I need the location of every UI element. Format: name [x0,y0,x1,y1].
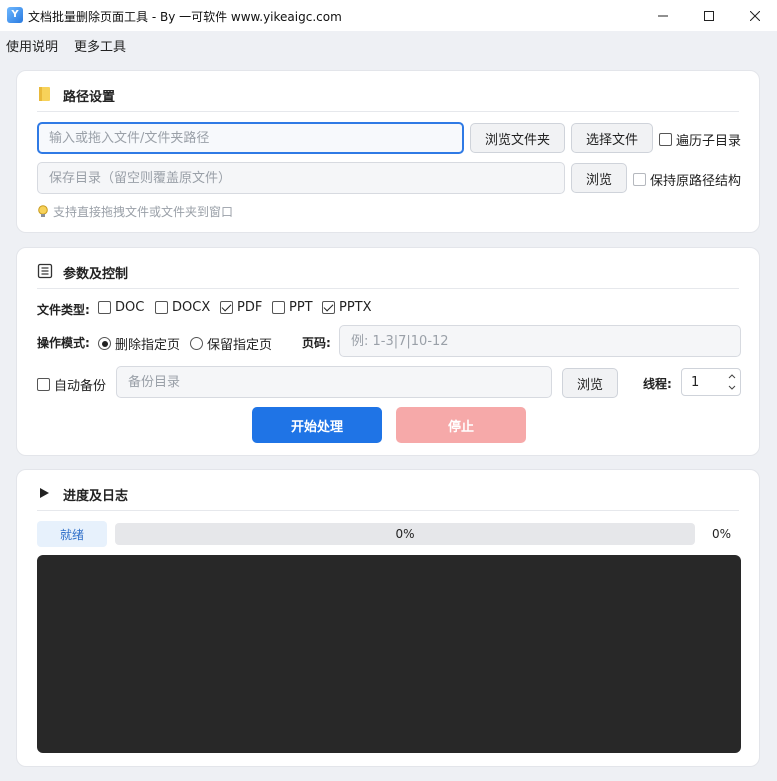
minimize-icon [658,15,668,16]
mode-delete-radio[interactable]: 删除指定页 [98,334,180,353]
browse-folder-button[interactable]: 浏览文件夹 [470,123,565,153]
pages-label: 页码: [302,336,331,350]
backup-dir-input[interactable] [116,366,552,398]
file-type-docx-label: DOCX [172,300,211,315]
keep-structure-label: 保持原路径结构 [650,174,742,189]
file-type-docx-box[interactable] [155,301,168,314]
mode-label: 操作模式: [37,336,90,350]
progress-header: 进度及日志 [37,470,739,511]
drag-hint-text: 支持直接拖拽文件或文件夹到窗口 [53,205,234,219]
play-triangle-icon[interactable] [37,485,53,501]
file-type-doc-box[interactable] [98,301,111,314]
keep-structure-checkbox[interactable]: 保持原路径结构 [633,170,741,189]
params-header: 参数及控制 [37,248,739,289]
folder-icon [39,87,50,101]
drag-hint: 支持直接拖拽文件或文件夹到窗口 [37,203,233,220]
title-bar: Y 文档批量删除页面工具 - By 一可软件 www.yikeaigc.com [0,0,777,31]
list-document-icon [37,263,53,279]
file-type-pdf-label: PDF [237,300,263,315]
path-settings-title: 路径设置 [63,90,116,105]
traverse-subdirs-label: 遍历子目录 [676,134,742,149]
progress-bar: 0% [115,523,695,545]
maximize-icon [704,10,714,21]
maximize-button[interactable] [686,0,732,31]
file-type-ppt-box[interactable] [272,301,285,314]
params-card: 参数及控制 文件类型: DOC DOCX PDF PPT PPTX 操作模式: … [16,247,760,456]
select-file-button[interactable]: 选择文件 [571,123,653,153]
mode-keep-radio[interactable]: 保留指定页 [190,334,272,353]
mode-keep-label: 保留指定页 [207,338,273,353]
progress-card: 进度及日志 就绪 0% 0% [16,469,760,767]
progress-bar-text: 0% [395,527,415,541]
threads-value: 1 [691,375,700,390]
log-output[interactable] [37,555,741,753]
progress-percent: 0% [712,527,732,541]
menu-item-more-tools[interactable]: 更多工具 [74,36,126,55]
file-type-label: 文件类型: [37,303,90,317]
status-badge: 就绪 [37,521,107,547]
save-dir-input[interactable] [37,162,565,194]
file-type-pptx-box[interactable] [322,301,335,314]
file-type-docx[interactable]: DOCX [155,300,210,315]
minimize-button[interactable] [640,0,686,31]
close-button[interactable] [732,0,777,31]
save-dir-browse-button[interactable]: 浏览 [571,163,627,193]
file-type-pptx[interactable]: PPTX [322,300,372,315]
path-settings-card: 路径设置 浏览文件夹 选择文件 遍历子目录 浏览 保持原路径结构 支持直接拖拽文… [16,70,760,233]
traverse-subdirs-box[interactable] [659,133,672,146]
file-type-doc[interactable]: DOC [98,300,144,315]
mode-delete-label: 删除指定页 [115,338,181,353]
mode-keep-radio-dot[interactable] [190,337,203,350]
traverse-subdirs-checkbox[interactable]: 遍历子目录 [659,130,741,149]
window-title: 文档批量删除页面工具 - By 一可软件 www.yikeaigc.com [28,10,342,24]
source-path-input[interactable] [37,122,464,154]
file-type-ppt[interactable]: PPT [272,300,313,315]
file-type-pdf-box[interactable] [220,301,233,314]
lightbulb-icon [38,204,48,217]
app-logo-icon: Y [7,7,23,23]
spin-arrows-icon[interactable] [724,369,740,395]
file-type-pptx-label: PPTX [339,300,372,315]
auto-backup-label: 自动备份 [54,379,107,394]
file-type-doc-label: DOC [115,300,145,315]
progress-title: 进度及日志 [63,489,129,504]
menu-bar: 使用说明 更多工具 [0,31,777,58]
auto-backup-checkbox[interactable]: 自动备份 [37,375,106,394]
threads-label: 线程: [643,377,672,391]
pages-input[interactable] [339,325,741,357]
close-icon [750,10,760,21]
file-type-ppt-label: PPT [289,300,313,315]
file-type-pdf[interactable]: PDF [220,300,262,315]
auto-backup-box[interactable] [37,378,50,391]
menu-item-help[interactable]: 使用说明 [6,36,58,55]
backup-browse-button[interactable]: 浏览 [562,368,618,398]
mode-delete-radio-dot[interactable] [98,337,111,350]
params-title: 参数及控制 [63,267,129,282]
keep-structure-box[interactable] [633,173,646,186]
path-settings-header: 路径设置 [37,71,739,112]
stop-button[interactable]: 停止 [396,407,526,443]
threads-spinbox[interactable]: 1 [681,368,741,396]
start-button[interactable]: 开始处理 [252,407,382,443]
